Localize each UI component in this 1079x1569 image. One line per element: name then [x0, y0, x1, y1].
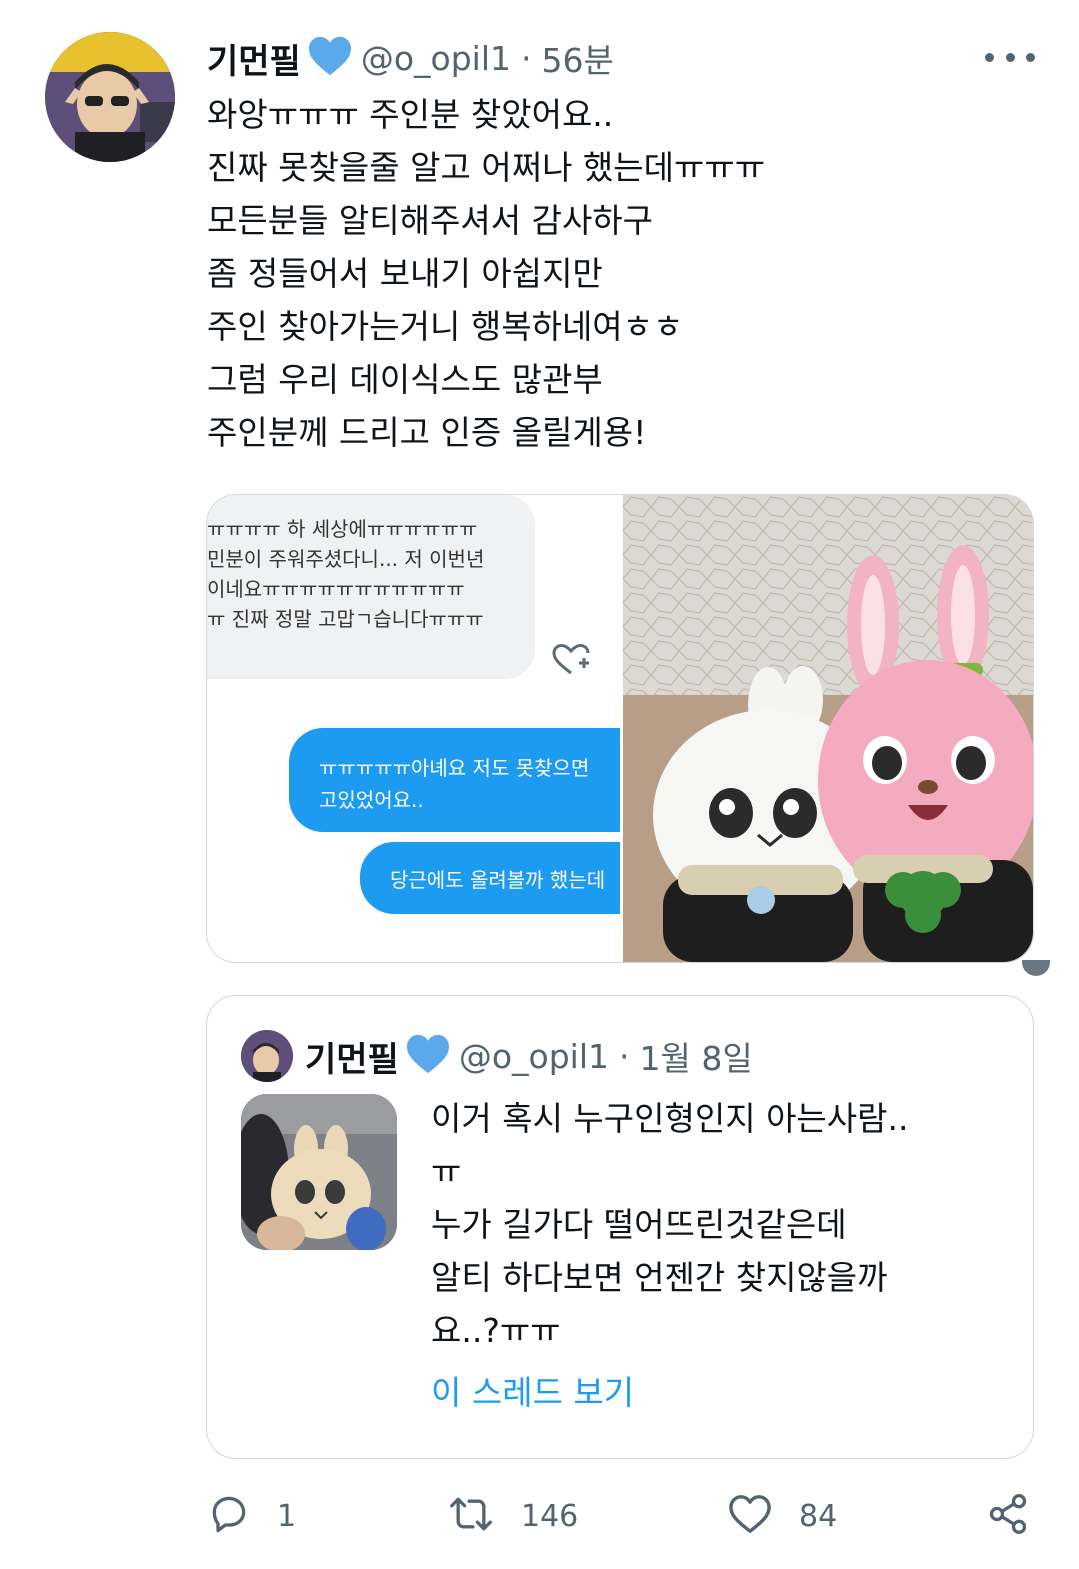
- quote-line: 이거 혹시 누구인형인지 아는사람..: [431, 1099, 909, 1138]
- sent-line: 당근에도 올려볼까 했는데: [390, 868, 606, 892]
- retweet-icon: [447, 1492, 495, 1540]
- quote-line: 누가 길가다 떨어뜨린것같은데: [431, 1205, 847, 1244]
- scroll-indicator: [1022, 960, 1050, 976]
- tweet-body: 와앙ㅠㅠㅠ 주인분 찾았어요.. 진짜 못찾을줄 알고 어쩌나 했는데ㅠㅠㅠ 모…: [207, 88, 1027, 459]
- sent-line: 고있었어요..: [319, 788, 424, 812]
- received-line: 이네요ㅠㅠㅠㅠㅠㅠㅠㅠㅠㅠㅠ: [207, 577, 465, 601]
- reply-count: 1: [277, 1498, 297, 1534]
- separator-dot: ·: [619, 1036, 630, 1076]
- received-line: ㅠㅠㅠㅠ 하 세상에ㅠㅠㅠㅠㅠㅠ: [207, 517, 478, 541]
- quote-tweet[interactable]: 기먼필 @o_opil1 · 1월 8일 이거 혹시 누구인형인지 아는사람..…: [206, 995, 1034, 1459]
- more-horizontal-icon[interactable]: [985, 45, 1035, 69]
- like-count: 84: [799, 1498, 838, 1534]
- tweet-line: 모든분들 알티해주셔서 감사하구: [207, 201, 654, 240]
- heart-icon: [727, 1493, 773, 1539]
- share-button[interactable]: [986, 1492, 1030, 1540]
- quote-line: 알티 하다보면 언젠간 찾지않을까: [431, 1258, 888, 1297]
- reply-button[interactable]: 1: [207, 1492, 296, 1540]
- retweet-count: 146: [521, 1498, 579, 1534]
- retweet-button[interactable]: 146: [447, 1492, 578, 1540]
- quote-thumbnail: [241, 1094, 397, 1250]
- author-handle[interactable]: @o_opil1: [361, 39, 511, 78]
- like-button[interactable]: 84: [727, 1492, 837, 1540]
- tweet-line: 주인분께 드리고 인증 올릴게용!: [207, 413, 647, 452]
- quote-time: 1월 8일: [639, 1039, 753, 1078]
- author-name[interactable]: 기먼필: [207, 34, 301, 83]
- quote-line: 요..?ㅠㅠ: [431, 1311, 561, 1350]
- received-line: 민분이 주워주셨다니... 저 이번년: [207, 547, 485, 571]
- show-thread-link[interactable]: 이 스레드 보기: [431, 1366, 634, 1414]
- tweet-line: 와앙ㅠㅠㅠ 주인분 찾았어요..: [207, 95, 614, 134]
- quote-handle: @o_opil1: [458, 1036, 610, 1076]
- tweet-time[interactable]: 56분: [542, 34, 614, 82]
- separator-dot: ·: [521, 38, 532, 78]
- reply-icon: [207, 1492, 251, 1540]
- media-grid: ㅠㅠㅠㅠ 하 세상에ㅠㅠㅠㅠㅠㅠ 민분이 주워주셨다니... 저 이번년 이네요…: [206, 494, 1034, 963]
- plush-photo-image: [623, 495, 1033, 962]
- tweet-line: 진짜 못찾을줄 알고 어쩌나 했는데ㅠㅠㅠ: [207, 148, 766, 187]
- avatar[interactable]: [45, 32, 175, 162]
- quote-line: ㅠ: [431, 1152, 462, 1191]
- blue-heart-icon: [307, 35, 353, 81]
- sent-message-bubble: 당근에도 올려볼까 했는데: [360, 842, 620, 914]
- chat-screenshot[interactable]: ㅠㅠㅠㅠ 하 세상에ㅠㅠㅠㅠㅠㅠ 민분이 주워주셨다니... 저 이번년 이네요…: [207, 495, 620, 962]
- share-icon: [986, 1492, 1030, 1540]
- tweet-header: 기먼필 @o_opil1 · 56분: [207, 32, 614, 84]
- quote-header: 기먼필 @o_opil1 · 1월 8일: [305, 1028, 753, 1084]
- heart-plus-icon: [551, 643, 591, 681]
- blue-heart-icon: [405, 1033, 451, 1079]
- tweet-line: 그럼 우리 데이식스도 많관부: [207, 360, 603, 399]
- quote-avatar[interactable]: [241, 1030, 293, 1082]
- quote-author-name: 기먼필: [305, 1039, 399, 1080]
- tweet-line: 주인 찾아가는거니 행복하네여ㅎㅎ: [207, 307, 684, 346]
- received-line: ㅠ 진짜 정말 고맙ㄱ습니다ㅠㅠㅠ: [207, 607, 484, 631]
- quote-body: 이거 혹시 누구인형인지 아는사람.. ㅠ 누가 길가다 떨어뜨린것같은데 알티…: [431, 1092, 991, 1357]
- received-message-bubble: ㅠㅠㅠㅠ 하 세상에ㅠㅠㅠㅠㅠㅠ 민분이 주워주셨다니... 저 이번년 이네요…: [207, 495, 535, 679]
- tweet-line: 좀 정들어서 보내기 아쉽지만: [207, 254, 603, 293]
- avatar-image: [45, 32, 175, 162]
- plush-photo[interactable]: [623, 495, 1033, 962]
- sent-line: ㅠㅠㅠㅠㅠ아녜요 저도 못찾으면: [319, 756, 590, 780]
- sent-message-bubble: ㅠㅠㅠㅠㅠ아녜요 저도 못찾으면 고있었어요..: [289, 728, 620, 832]
